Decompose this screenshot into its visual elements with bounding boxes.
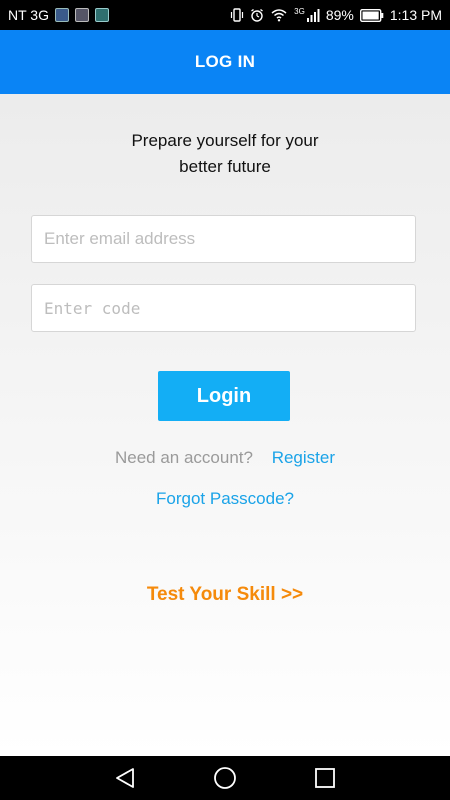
status-right: 3G 89% 1:13 PM	[230, 7, 442, 23]
recents-button[interactable]	[313, 766, 337, 790]
need-account-text: Need an account?	[114, 448, 253, 467]
login-button[interactable]: Login	[158, 371, 290, 421]
login-form: Prepare yourself for your better future …	[0, 94, 450, 756]
signal-icon	[306, 9, 320, 22]
navigation-bar	[0, 756, 450, 800]
home-icon	[214, 767, 236, 789]
battery-percent: 89%	[325, 7, 354, 23]
alarm-icon	[251, 8, 264, 22]
home-button[interactable]	[213, 766, 237, 790]
app-bar: LOG IN	[0, 30, 450, 94]
tagline-line-2: better future	[179, 157, 271, 176]
app-notification-icon	[74, 8, 89, 22]
back-icon	[116, 768, 134, 788]
network-type-label: 3G	[294, 7, 305, 16]
register-row: Need an account? Register	[0, 448, 450, 468]
back-button[interactable]	[113, 766, 137, 790]
register-link[interactable]: Register	[272, 448, 335, 467]
code-field[interactable]	[31, 284, 416, 332]
tagline-line-1: Prepare yourself for your	[131, 131, 319, 150]
vibrate-icon	[231, 8, 244, 22]
login-screen: NT 3G 3G 89% 1:13 PM LOG IN Prepare your…	[0, 0, 450, 800]
signal-group: 3G	[294, 7, 320, 22]
tagline: Prepare yourself for your better future	[0, 128, 450, 180]
clock: 1:13 PM	[389, 7, 442, 23]
forgot-passcode-link[interactable]: Forgot Passcode?	[0, 489, 450, 509]
wifi-icon	[271, 9, 287, 22]
carrier-label: NT 3G	[8, 7, 49, 23]
page-title: LOG IN	[194, 52, 256, 71]
recents-icon	[315, 768, 335, 788]
status-bar: NT 3G 3G 89% 1:13 PM	[0, 0, 450, 30]
app-notification-icon	[54, 8, 69, 22]
test-your-skill-link[interactable]: Test Your Skill >>	[0, 584, 450, 606]
email-field[interactable]	[31, 215, 416, 263]
battery-icon	[359, 8, 384, 22]
status-left: NT 3G	[8, 7, 109, 23]
app-notification-icon	[94, 8, 109, 22]
